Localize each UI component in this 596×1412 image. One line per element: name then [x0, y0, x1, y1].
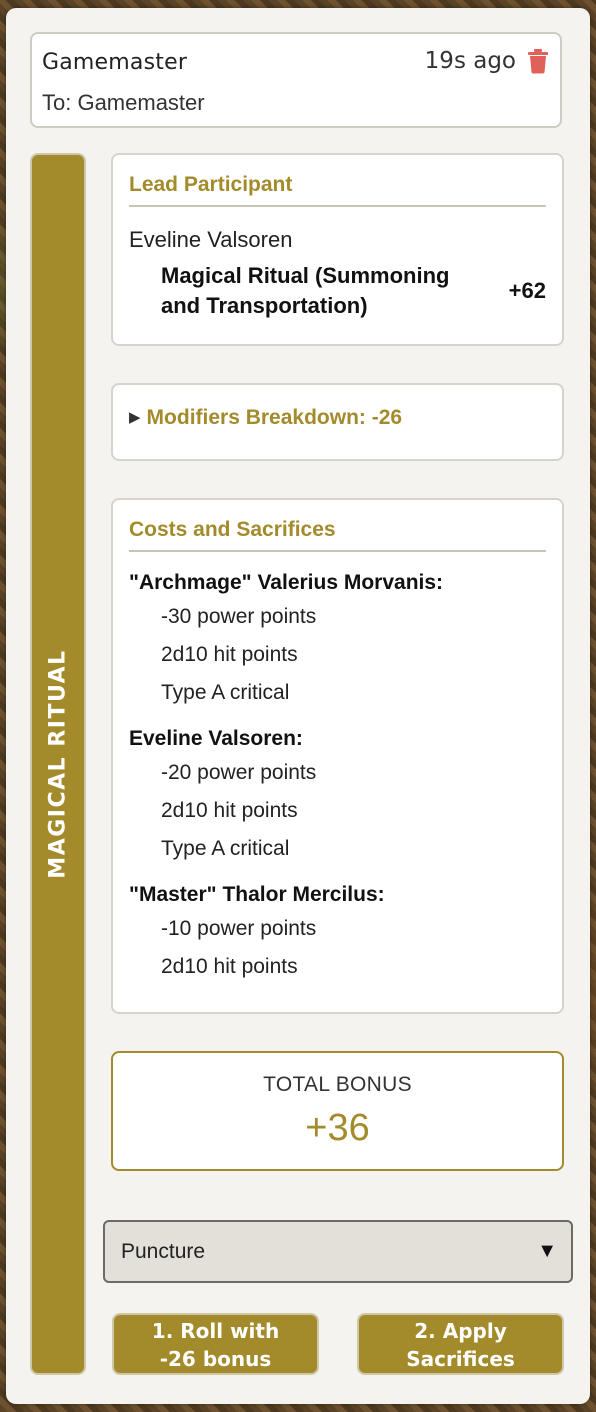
apply-button-line2: Sacrifices: [406, 1347, 515, 1371]
cost-line: Type A critical: [161, 681, 290, 704]
skill-value: +62: [508, 278, 546, 303]
cost-participant-name: Eveline Valsoren:: [129, 727, 303, 750]
costs-title: Costs and Sacrifices: [129, 518, 336, 541]
cost-line: 2d10 hit points: [161, 799, 298, 822]
message-timestamp: 19s ago: [424, 48, 516, 74]
cost-line: 2d10 hit points: [161, 643, 298, 666]
message-recipient: To: Gamemaster: [42, 90, 205, 115]
roll-button-line1: 1. Roll with: [151, 1319, 280, 1343]
modifiers-breakdown-toggle[interactable]: ▶ Modifiers Breakdown: -26: [129, 406, 402, 430]
critical-type-value: Puncture: [121, 1240, 206, 1263]
costs-panel: Costs and Sacrifices "Archmage" Valerius…: [111, 498, 564, 1014]
lead-participant-title: Lead Participant: [129, 173, 293, 196]
cost-participant-name: "Archmage" Valerius Morvanis:: [129, 571, 444, 594]
ritual-type-label: MAGICAL RITUAL: [45, 649, 71, 879]
trash-icon[interactable]: [526, 48, 550, 74]
message-sender: Gamemaster: [42, 50, 188, 75]
roll-button[interactable]: 1. Roll with -26 bonus: [112, 1313, 319, 1375]
total-bonus-label: TOTAL BONUS: [263, 1073, 412, 1096]
ritual-type-banner: MAGICAL RITUAL: [30, 153, 86, 1375]
apply-sacrifices-button[interactable]: 2. Apply Sacrifices: [357, 1313, 564, 1375]
divider: [129, 205, 546, 207]
cost-line: Type A critical: [161, 837, 290, 860]
triangle-right-icon: ▶: [129, 409, 141, 426]
cost-line: 2d10 hit points: [161, 955, 298, 978]
cost-participant-name: "Master" Thalor Mercilus:: [129, 883, 385, 906]
cost-line: -10 power points: [161, 917, 317, 940]
modifiers-breakdown-label: Modifiers Breakdown: -26: [146, 406, 403, 429]
total-bonus-value: +36: [305, 1107, 370, 1149]
caret-down-icon: ▼: [537, 1240, 557, 1262]
total-bonus-box: TOTAL BONUS +36: [111, 1051, 564, 1171]
chat-message-card: Gamemaster 19s ago To: Gamemaster MAGICA…: [6, 8, 590, 1404]
divider: [129, 550, 546, 552]
critical-type-select[interactable]: Puncture ▼: [103, 1220, 573, 1283]
apply-button-line1: 2. Apply: [414, 1319, 507, 1343]
cost-participant-1: "Archmage" Valerius Morvanis: -30 power …: [129, 568, 549, 712]
cost-participant-3: "Master" Thalor Mercilus: -10 power poin…: [129, 880, 549, 986]
modifiers-panel: ▶ Modifiers Breakdown: -26: [111, 383, 564, 461]
skill-name: Magical Ritual (Summoning and Transporta…: [161, 263, 450, 318]
cost-participant-2: Eveline Valsoren: -20 power points 2d10 …: [129, 724, 549, 868]
roll-button-line2: -26 bonus: [159, 1347, 272, 1371]
lead-participant-panel: Lead Participant Eveline Valsoren Magica…: [111, 153, 564, 346]
lead-participant-name: Eveline Valsoren: [129, 227, 293, 252]
cost-line: -30 power points: [161, 605, 317, 628]
message-header: Gamemaster 19s ago To: Gamemaster: [30, 32, 562, 128]
cost-line: -20 power points: [161, 761, 317, 784]
